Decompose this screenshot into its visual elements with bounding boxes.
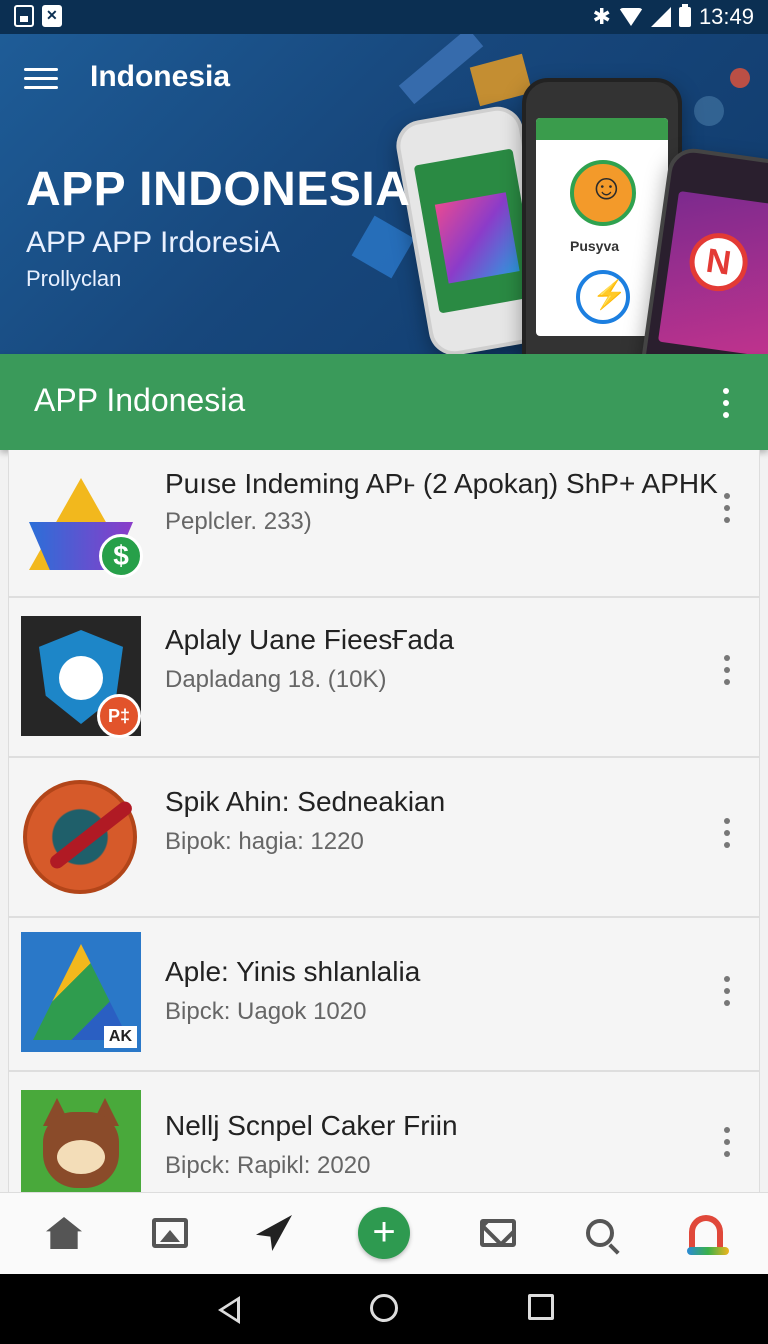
more-options-icon[interactable]: [717, 818, 737, 848]
list-item-title: Aplaly Uane FieesҒada: [165, 624, 455, 655]
wifi-icon: [618, 8, 643, 26]
decorative-cube-icon: [351, 215, 415, 279]
menu-icon[interactable]: [24, 68, 58, 90]
gallery-icon[interactable]: [148, 1211, 192, 1255]
list-item-title: Aple: Yinis shlanlalia: [165, 956, 421, 987]
more-options-icon[interactable]: [717, 493, 737, 523]
pen-disc-app-icon: [21, 776, 141, 896]
list-item-subtitle: Bipok: hagia: 1220: [165, 828, 364, 855]
decorative-dot-icon: [730, 68, 750, 88]
list-item[interactable]: $ Puıse Indeming APⱶ (2 Apokaŋ) ShP+ APH…: [9, 450, 759, 598]
app-list: $ Puıse Indeming APⱶ (2 Apokaŋ) ShP+ APH…: [8, 450, 760, 1192]
cell-signal-icon: [650, 7, 671, 27]
status-time: 13:49: [698, 4, 754, 29]
more-options-icon[interactable]: [716, 388, 736, 418]
battery-icon: [678, 4, 691, 27]
list-item[interactable]: Nellj Scnpel Caker Friin Bipck: Rapikl: …: [9, 1072, 759, 1192]
add-button[interactable]: +: [358, 1207, 410, 1259]
list-item[interactable]: P‡ Aplaly Uane FieesҒada Dapladang 18. (…: [9, 598, 759, 758]
hero-subtitle: APP APP IrdoresiA: [26, 226, 281, 259]
list-item-title: Nellj Scnpel Caker Friin: [165, 1110, 458, 1141]
list-item-subtitle: Dapladang 18. (10K): [165, 666, 387, 693]
app-bar-title: APP Indonesia: [34, 382, 246, 418]
bluetooth-icon: ✱: [592, 4, 611, 29]
more-options-icon[interactable]: [717, 976, 737, 1006]
list-item-title: Puıse Indeming APⱶ (2 Apokaŋ) ShP+ APHK: [165, 468, 718, 499]
status-bar: ✱ 13:49: [0, 0, 768, 34]
system-navigation-bar: [0, 1274, 768, 1344]
hero-title: APP INDONESIA: [26, 163, 411, 216]
n-logo-icon: N: [685, 229, 752, 295]
shield-app-icon: P‡: [21, 616, 141, 738]
hero-banner: Pusyva N Indonesia APP INDONESIA APP APP…: [0, 34, 768, 354]
mail-icon[interactable]: [476, 1211, 520, 1255]
home-icon[interactable]: [42, 1211, 86, 1255]
list-item-title: Spik Ahin: Sedneakian: [165, 786, 446, 817]
badge-icon: P‡: [97, 694, 141, 738]
app-bar: APP Indonesia: [0, 354, 768, 450]
ak-badge: AK: [103, 1026, 137, 1048]
more-options-icon[interactable]: [717, 1127, 737, 1157]
header-title: Indonesia: [90, 60, 231, 93]
bottom-navigation: +: [0, 1192, 768, 1274]
hero-tagline: Prollyclan: [26, 266, 122, 291]
magnet-icon[interactable]: [684, 1211, 729, 1255]
home-circle-icon[interactable]: [370, 1294, 398, 1322]
drive-money-app-icon: $: [21, 464, 143, 584]
search-icon[interactable]: [578, 1211, 622, 1255]
app-tile-icon: [434, 192, 520, 284]
dollar-badge-icon: $: [99, 534, 143, 578]
list-item-subtitle: Bipck: Uagok 1020: [165, 998, 367, 1025]
list-item[interactable]: AK Aple: Yinis shlanlalia Bipck: Uagok 1…: [9, 918, 759, 1072]
decorative-gear-icon: [694, 96, 724, 126]
list-item-subtitle: Bipck: Rapikl: 2020: [165, 1152, 371, 1179]
bolt-icon: [576, 270, 630, 324]
image-icon: [14, 5, 34, 27]
smiley-icon: [570, 160, 636, 226]
phone-screen-text: Pusyva: [570, 238, 620, 254]
more-options-icon[interactable]: [717, 655, 737, 685]
close-box-icon: [42, 5, 62, 27]
send-icon[interactable]: [252, 1211, 296, 1255]
back-icon[interactable]: [218, 1296, 240, 1324]
recent-apps-icon[interactable]: [528, 1294, 554, 1320]
list-item-subtitle: Peplcler. 233): [165, 508, 312, 535]
list-item[interactable]: Spik Ahin: Sedneakian Bipok: hagia: 1220: [9, 758, 759, 918]
cat-app-icon: [21, 1090, 141, 1192]
triangle-app-icon: AK: [21, 932, 141, 1052]
